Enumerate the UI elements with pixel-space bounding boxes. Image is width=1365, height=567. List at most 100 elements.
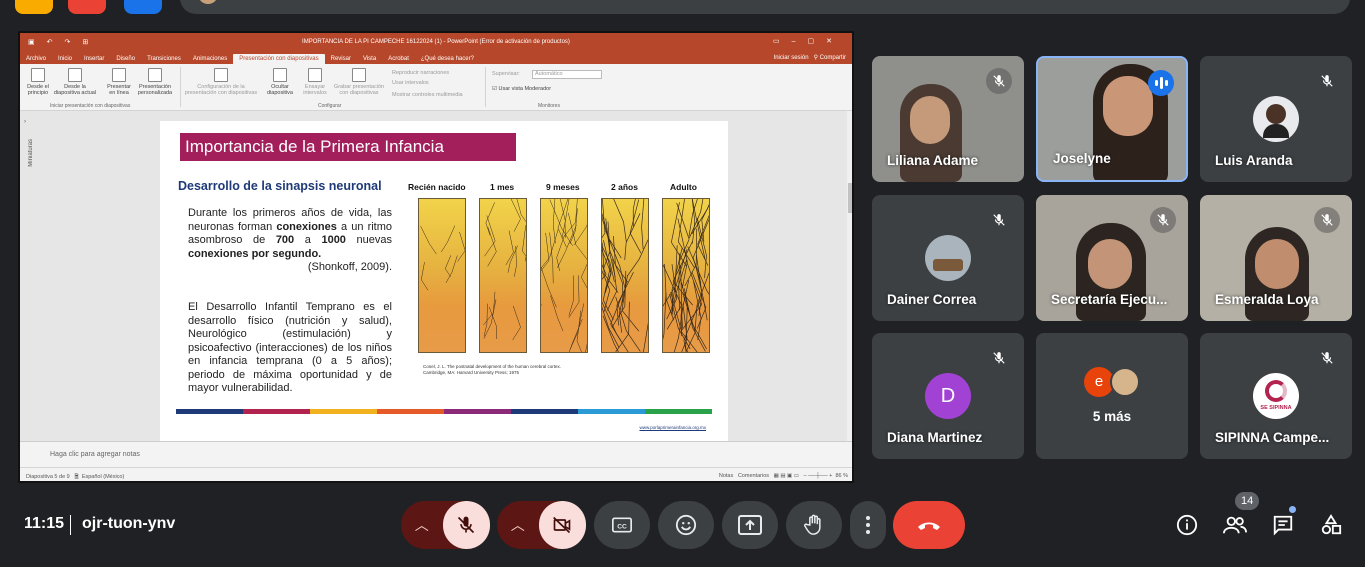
ribbon-desde-principio[interactable]: Desde el principio <box>23 68 53 96</box>
stage-label: Recién nacido <box>408 182 466 192</box>
reactions-button[interactable] <box>658 501 714 549</box>
audio-options-chevron-icon[interactable]: ︿ <box>401 501 443 549</box>
pp-statusbar: Diapositiva 5 de 9 🗎 Español (México) No… <box>20 467 852 481</box>
neuron-stroke <box>522 225 526 257</box>
view-buttons[interactable]: ▦ ▤ ▣ ▭ <box>774 473 799 479</box>
tab-archivo[interactable]: Archivo <box>20 54 53 64</box>
ribbon-ensayar[interactable]: Ensayar intervalos <box>300 68 330 96</box>
meeting-info-button[interactable] <box>1173 511 1201 539</box>
tab-animaciones[interactable]: Animaciones <box>187 54 233 64</box>
tab-presentacion[interactable]: Presentación con diapositivas <box>233 54 325 64</box>
quick-access-icons[interactable]: ▣↶↷⊞ <box>28 38 100 46</box>
slide-scrollbar[interactable] <box>847 111 852 441</box>
activities-button[interactable] <box>1317 511 1345 539</box>
tab-transiciones[interactable]: Transiciones <box>141 54 187 64</box>
custom-show-icon <box>148 68 162 82</box>
captions-button[interactable]: CC <box>594 501 650 549</box>
ribbon-configuracion[interactable]: Configuración de la presentación con dia… <box>182 68 260 96</box>
zoom-level[interactable]: 86 % <box>835 473 848 479</box>
tab-revisar[interactable]: Revisar <box>325 54 357 64</box>
slide-canvas[interactable]: Importancia de la Primera Infancia Desar… <box>160 121 728 441</box>
neuron-stroke <box>483 291 496 326</box>
participant-face <box>1255 239 1299 289</box>
tab-inicio[interactable]: Inicio <box>52 54 78 64</box>
notes-toggle[interactable]: Notas <box>719 473 733 479</box>
participant-tile[interactable]: Dainer Correa <box>872 195 1024 321</box>
participant-face <box>910 96 950 144</box>
participant-tile[interactable]: Secretaría Ejecu... <box>1036 195 1188 321</box>
notes-pane[interactable]: Haga clic para agregar notas <box>20 441 852 467</box>
phone-hangup-icon <box>918 522 940 530</box>
zoom-slider[interactable]: – ──┼── + <box>804 473 833 479</box>
check-vista-moderador[interactable]: ☑ Usar vista Moderador <box>492 86 551 92</box>
hand-icon <box>804 514 821 535</box>
neuron-stroke <box>615 296 641 352</box>
participant-tile[interactable]: Liliana Adame <box>872 56 1024 182</box>
ribbon-desde-actual[interactable]: Desde la diapositiva actual <box>53 68 97 96</box>
raise-hand-button[interactable] <box>786 501 842 549</box>
spellcheck-icon[interactable]: 🗎 <box>74 474 78 480</box>
neuron-stroke <box>697 215 709 266</box>
slide-cite: (Shonkoff, 2009). <box>307 261 392 273</box>
pp-editor: › Miniaturas Importancia de la Primera I… <box>20 111 852 441</box>
stage-label: 9 meses <box>546 182 580 192</box>
check-mostrar-controles[interactable]: Mostrar controles multimedia <box>392 92 463 98</box>
check-reproducir[interactable]: Reproducir narraciones <box>392 70 449 76</box>
window-controls[interactable]: ▭–▢✕ <box>773 37 844 45</box>
participant-tile[interactable]: D Diana Martinez <box>872 333 1024 459</box>
tab-acrobat[interactable]: Acrobat <box>382 54 415 64</box>
participant-tile-speaking[interactable]: Joselyne <box>1036 56 1188 182</box>
supervisar-select[interactable]: Automático <box>532 70 602 79</box>
participant-tile[interactable]: Esmeralda Loya <box>1200 195 1352 321</box>
end-call-button[interactable] <box>893 501 965 549</box>
chat-button[interactable] <box>1269 511 1297 539</box>
tab-insertar[interactable]: Insertar <box>78 54 110 64</box>
meeting-code[interactable]: ojr-tuon-ynv <box>82 515 175 533</box>
people-icon <box>1223 516 1247 534</box>
neuron-stroke <box>483 303 488 337</box>
more-participants-tile[interactable]: e 5 más <box>1036 333 1188 459</box>
tab-diseno[interactable]: Diseño <box>110 54 141 64</box>
yellow-app-button[interactable] <box>15 0 53 14</box>
participant-tile[interactable]: Luis Aranda <box>1200 56 1352 182</box>
camera-toggle-button[interactable] <box>538 501 586 549</box>
neuron-stroke <box>552 199 556 244</box>
present-button[interactable] <box>722 501 778 549</box>
thumbnails-panel[interactable]: › Miniaturas <box>24 119 42 229</box>
share-button[interactable]: Compartir <box>820 55 846 61</box>
red-app-button[interactable] <box>68 0 106 14</box>
neuron-stroke <box>632 199 636 227</box>
svg-text:CC: CC <box>617 523 627 530</box>
mic-toggle-button[interactable] <box>442 501 490 549</box>
stage-label: 1 mes <box>490 182 515 192</box>
shared-presentation: ▣↶↷⊞ IMPORTANCIA DE LA PI CAMPECHE 16122… <box>18 31 854 483</box>
setup-icon <box>214 68 228 82</box>
neuron-stroke <box>557 224 577 268</box>
neuron-stroke <box>641 199 645 249</box>
tab-vista[interactable]: Vista <box>357 54 382 64</box>
more-options-button[interactable] <box>850 501 886 549</box>
ribbon-ocultar[interactable]: Ocultar diapositiva <box>264 68 296 96</box>
comments-toggle[interactable]: Comentarios <box>738 473 769 479</box>
ribbon-en-linea[interactable]: Presentar en línea <box>104 68 134 96</box>
language-status[interactable]: Español (México) <box>82 474 125 480</box>
participant-name: Liliana Adame <box>887 153 979 168</box>
participant-tile[interactable]: SE SIPINNA SIPINNA Campe... <box>1200 333 1352 459</box>
video-options-chevron-icon[interactable]: ︿ <box>497 501 539 549</box>
blue-app-button[interactable] <box>124 0 162 14</box>
present-screen-icon <box>738 515 762 535</box>
top-info-bar[interactable] <box>180 0 1350 14</box>
people-button[interactable] <box>1221 511 1249 539</box>
neuron-stroke <box>485 202 495 236</box>
tell-me-search[interactable]: ¿Qué desea hacer? <box>415 54 480 64</box>
divider <box>70 515 71 535</box>
signin-link[interactable]: Iniciar sesión <box>774 55 809 61</box>
neuron-stroke <box>642 322 648 352</box>
ribbon-grabar[interactable]: Grabar presentación con diapositivas <box>332 68 386 96</box>
ribbon-personalizada[interactable]: Presentación personalizada <box>135 68 175 96</box>
mic-off-icon <box>986 207 1012 233</box>
expand-thumbnails-icon[interactable]: › <box>24 119 26 125</box>
color-stripe <box>176 409 712 414</box>
check-usar-intervalos[interactable]: Usar intervalos <box>392 80 429 86</box>
scroll-thumb[interactable] <box>848 183 852 213</box>
